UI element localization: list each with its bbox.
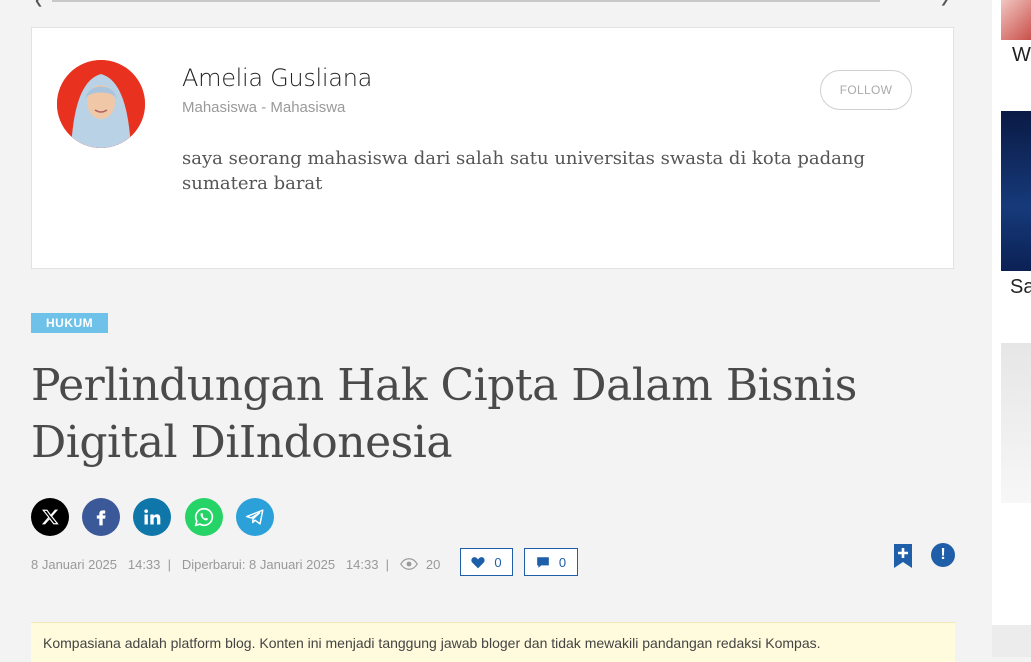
comment-button[interactable]: 0 <box>524 548 578 576</box>
sidebar-thumbnail[interactable] <box>1001 0 1031 40</box>
x-icon[interactable] <box>31 498 69 536</box>
bookmark-add-icon[interactable] <box>893 543 913 574</box>
sidebar-item-title[interactable]: Sa <box>1010 276 1031 299</box>
like-count: 0 <box>494 554 502 570</box>
published-time: 14:33 <box>127 556 161 572</box>
eye-icon <box>399 558 418 570</box>
report-icon[interactable]: ! <box>931 543 955 567</box>
sidebar-thumbnail[interactable] <box>1001 111 1031 271</box>
category-badge[interactable]: HUKUM <box>31 313 109 333</box>
author-card: Amelia Gusliana Mahasiswa - Mahasiswa FO… <box>31 27 954 269</box>
comment-icon <box>537 556 549 568</box>
sidebar-footer <box>992 625 1031 657</box>
sidebar-item-title[interactable]: W <box>1012 44 1031 67</box>
article-title: Perlindungan Hak Cipta Dalam Bisnis Digi… <box>31 360 857 468</box>
author-name[interactable]: Amelia Gusliana <box>182 64 372 92</box>
telegram-icon[interactable] <box>236 498 274 536</box>
published-date: 8 Januari 2025 <box>31 556 118 572</box>
avatar[interactable] <box>57 60 145 148</box>
comment-count: 0 <box>558 554 567 570</box>
heart-icon <box>471 556 485 568</box>
facebook-icon[interactable] <box>82 498 120 536</box>
view-count: 20 <box>425 556 441 572</box>
follow-button[interactable]: FOLLOW <box>820 70 912 110</box>
chevron-left-icon[interactable]: ❮ <box>34 0 43 7</box>
whatsapp-icon[interactable] <box>185 498 223 536</box>
chevron-right-icon[interactable]: ❯ <box>940 0 949 6</box>
top-scrollbar: ❮ ❯ <box>0 0 992 7</box>
article-meta: 8 Januari 2025 14:33 | Diperbarui: 8 Jan… <box>31 556 441 572</box>
sidebar <box>992 0 1031 657</box>
updated-time: 14:33 <box>345 556 379 572</box>
updated-date: Diperbarui: 8 Januari 2025 <box>181 556 336 572</box>
sidebar-thumbnail[interactable] <box>1001 343 1031 503</box>
scroll-track <box>52 0 880 2</box>
author-role: Mahasiswa - Mahasiswa <box>182 99 346 116</box>
disclaimer-banner: Kompasiana adalah platform blog. Konten … <box>31 622 955 662</box>
author-bio: saya seorang mahasiswa dari salah satu u… <box>182 148 865 194</box>
like-button[interactable]: 0 <box>460 548 513 576</box>
linkedin-icon[interactable] <box>133 498 171 536</box>
